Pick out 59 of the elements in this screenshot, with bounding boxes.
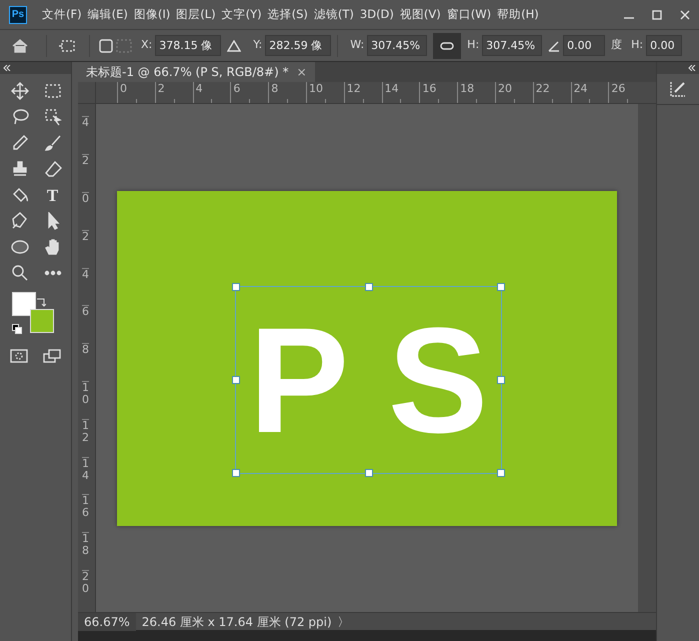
ruler-label: 14 bbox=[384, 82, 399, 95]
menu-item[interactable]: 帮助(H) bbox=[494, 6, 542, 24]
x-input-field[interactable]: 378.15 像 bbox=[155, 35, 222, 56]
height-input-field[interactable]: 307.45% bbox=[482, 35, 542, 56]
ruler-label: 4 bbox=[82, 268, 89, 306]
y-input-field[interactable]: 282.59 像 bbox=[265, 35, 332, 56]
menu-item[interactable]: 3D(D) bbox=[356, 6, 397, 24]
ruler-label: 2 bbox=[158, 82, 165, 95]
document-tab[interactable]: 未标题-1 @ 66.7% (P S, RGB/8#) * × bbox=[78, 62, 315, 82]
width-label: W: bbox=[350, 37, 364, 54]
type-tool[interactable]: T bbox=[46, 186, 58, 204]
ruler-label: 26 bbox=[611, 82, 626, 95]
zoom-field[interactable]: 66.67% bbox=[78, 612, 136, 630]
ruler-label: 10 bbox=[82, 380, 89, 419]
ruler-label: 8 bbox=[271, 82, 278, 95]
tab-close-button[interactable]: × bbox=[296, 62, 307, 82]
ruler-label: 22 bbox=[536, 82, 550, 95]
ruler-label: 16 bbox=[82, 494, 89, 532]
ruler-label: 4 bbox=[196, 82, 203, 95]
ruler-label: 6 bbox=[82, 305, 89, 344]
angle-unit: 度 bbox=[611, 37, 622, 54]
menu-item[interactable]: 视图(V) bbox=[396, 6, 444, 24]
ruler-label: 4 bbox=[82, 116, 89, 154]
ruler-label: 8 bbox=[82, 343, 89, 381]
menu-item[interactable]: 文件(F) bbox=[39, 6, 85, 24]
menu-item[interactable]: 滤镜(T) bbox=[310, 6, 357, 24]
height-label: H: bbox=[467, 37, 480, 54]
ruler-label: 18 bbox=[82, 532, 89, 570]
document-title: 未标题-1 @ 66.7% (P S, RGB/8#) * bbox=[86, 64, 289, 81]
document-size: 26.46 厘米 x 17.64 厘米 (72 ppi) bbox=[142, 614, 332, 630]
menu-item[interactable]: 文字(Y) bbox=[218, 6, 265, 24]
ruler-label: 12 bbox=[346, 82, 361, 95]
ruler-label: 6 bbox=[233, 82, 240, 95]
ruler-label: 18 bbox=[460, 82, 474, 95]
angle-input-field[interactable]: 0.00 bbox=[563, 35, 606, 56]
ruler-label: 12 bbox=[82, 418, 89, 457]
ruler-label: 24 bbox=[574, 82, 588, 95]
ruler-label: 20 bbox=[82, 570, 89, 608]
menu-item[interactable]: 选择(S) bbox=[264, 6, 311, 24]
ruler-label: 20 bbox=[498, 82, 512, 95]
ruler-label: 10 bbox=[308, 82, 323, 95]
ruler-label: 2 bbox=[82, 230, 89, 268]
ruler-label: 16 bbox=[422, 82, 436, 95]
y-label: Y: bbox=[253, 37, 262, 54]
menu-item[interactable]: 编辑(E) bbox=[84, 6, 131, 24]
ruler-label: 2 bbox=[82, 154, 89, 192]
canvas-text: P S bbox=[248, 304, 488, 454]
x-label: X: bbox=[141, 37, 152, 54]
width-input-field[interactable]: 307.45% bbox=[367, 35, 428, 56]
menu-item[interactable]: 图层(L) bbox=[173, 6, 219, 24]
app-logo: Ps bbox=[9, 6, 27, 24]
menu-item[interactable]: 图像(I) bbox=[130, 6, 174, 24]
skew-height-label: H: bbox=[631, 37, 644, 54]
menu-item[interactable]: 窗口(W) bbox=[444, 6, 494, 24]
status-arrow[interactable]: 〉 bbox=[338, 612, 350, 630]
ruler-label: 14 bbox=[82, 456, 89, 494]
skew-height-input-field[interactable]: 0.00 bbox=[646, 35, 682, 56]
ruler-label: 0 bbox=[120, 82, 127, 95]
ruler-label: 0 bbox=[82, 192, 89, 230]
